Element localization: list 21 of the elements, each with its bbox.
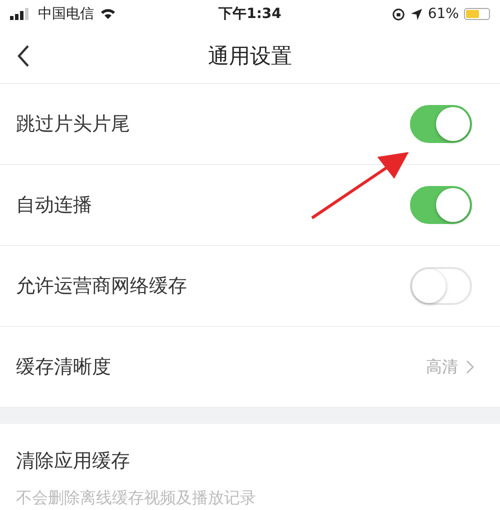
setting-label: 清除应用缓存 [16, 449, 131, 474]
setting-description: 不会删除离线缓存视频及播放记录 [16, 488, 257, 509]
settings-row[interactable]: 允许运营商网络缓存 [0, 246, 500, 327]
location-arrow-icon [410, 8, 423, 20]
chevron-right-icon [466, 360, 474, 374]
battery-percent: 61% [428, 6, 459, 22]
settings-row[interactable]: 跳过片头片尾 [0, 84, 500, 165]
setting-label: 允许运营商网络缓存 [16, 274, 187, 299]
page-title: 通用设置 [208, 42, 292, 70]
setting-value: 高清 [426, 356, 458, 378]
toggle-switch[interactable] [410, 186, 472, 224]
setting-label: 跳过片头片尾 [16, 112, 130, 137]
toggle-switch[interactable] [410, 105, 472, 143]
carrier-name: 中国电信 [38, 5, 94, 23]
rotation-lock-icon [392, 8, 405, 20]
setting-label: 缓存清晰度 [16, 355, 111, 380]
battery-icon [464, 8, 490, 20]
settings-row[interactable]: 清除应用缓存 不会删除离线缓存视频及播放记录 [0, 424, 500, 510]
wifi-icon [100, 8, 116, 20]
status-time: 下午1:34 [218, 5, 282, 23]
setting-label: 自动连播 [16, 193, 92, 218]
